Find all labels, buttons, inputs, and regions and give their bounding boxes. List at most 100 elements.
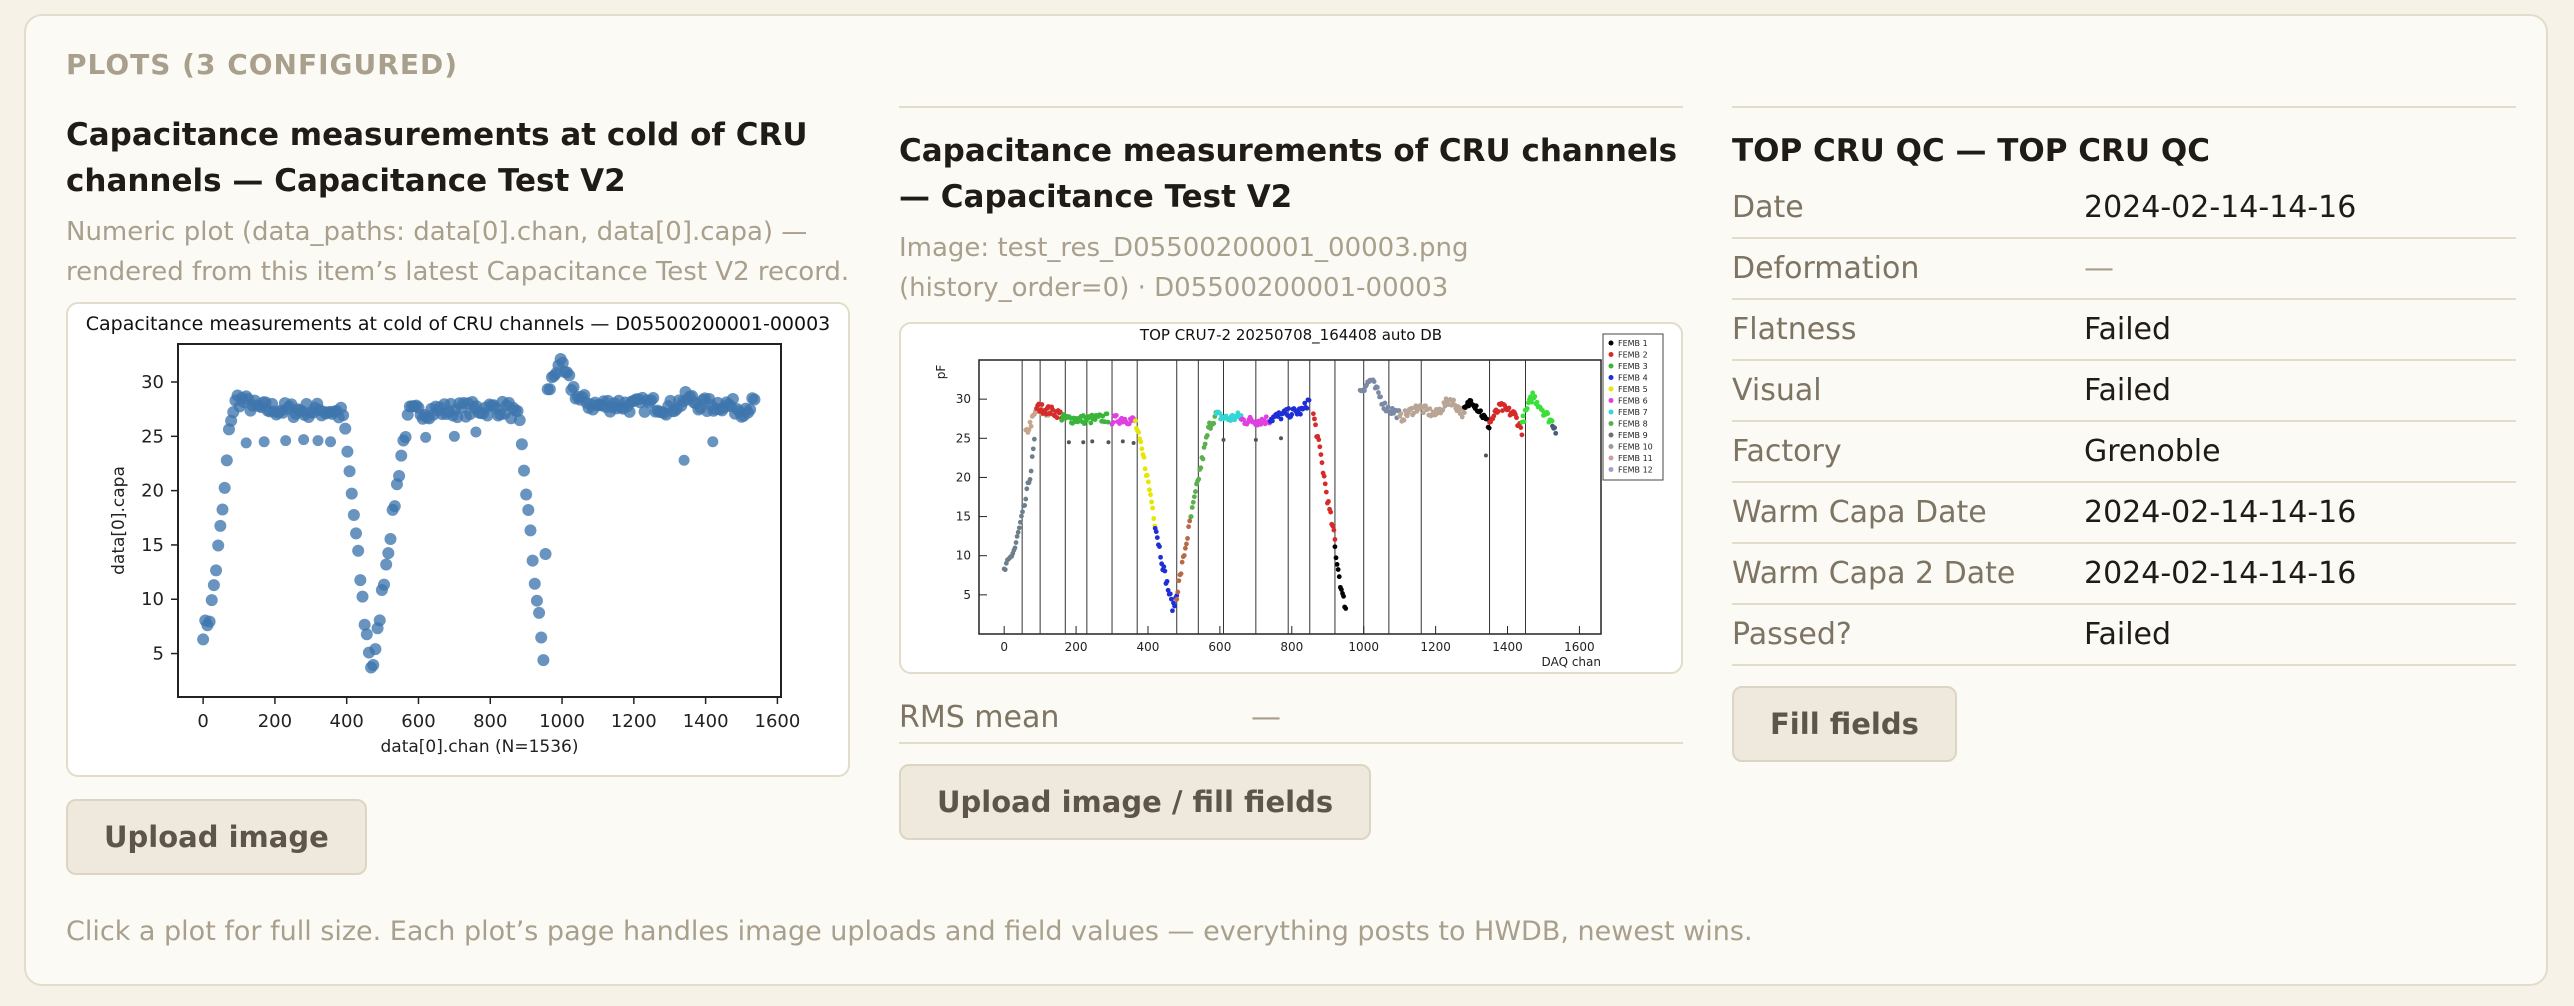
legend-entry: FEMB 6 — [1618, 397, 1648, 406]
data-point — [1310, 411, 1316, 417]
data-point — [339, 422, 352, 435]
data-point — [347, 508, 360, 521]
data-point — [367, 658, 380, 671]
field-row-warm-capa-date: Warm Capa Date 2024-02-14-14-16 — [1732, 483, 2516, 544]
field-row-flatness: Flatness Failed — [1732, 300, 2516, 361]
data-point — [388, 500, 401, 513]
legend-marker — [1608, 386, 1614, 392]
upload-image-button[interactable]: Upload image — [66, 799, 367, 875]
x-tick-label: 1600 — [755, 711, 801, 732]
data-point — [1334, 562, 1340, 567]
plot-card-top-cru-qc: TOP CRU QC — TOP CRU QC Date 2024-02-14-… — [1732, 106, 2516, 762]
outlier-point — [1221, 437, 1226, 442]
data-point — [350, 527, 363, 540]
data-point — [526, 554, 539, 567]
data-point — [1028, 468, 1034, 474]
data-point — [395, 449, 408, 462]
data-point — [1534, 399, 1540, 405]
data-point — [1161, 564, 1167, 570]
image-plot-thumbnail[interactable]: TOP CRU7-2 20250708_164408 auto DB 0 200 40… — [899, 322, 1683, 674]
data-point — [1289, 412, 1295, 417]
data-point — [1150, 505, 1156, 511]
data-point — [1178, 571, 1184, 577]
data-point — [1521, 419, 1527, 425]
field-label: Deformation — [1732, 251, 1920, 286]
legend-marker — [1608, 455, 1614, 461]
data-point — [535, 631, 548, 644]
data-point — [1113, 412, 1119, 418]
data-point — [1376, 390, 1381, 395]
data-point — [384, 533, 397, 546]
data-point — [515, 438, 528, 451]
outlier-point — [1483, 453, 1488, 458]
upload-image-fill-fields-button[interactable]: Upload image / fill fields — [899, 764, 1372, 840]
field-label: Flatness — [1732, 312, 1857, 347]
x-tick-label: 1400 — [1492, 640, 1523, 654]
x-tick-label: 0 — [1000, 640, 1008, 654]
plot-title: Capacitance measurements at cold of CRU … — [66, 117, 808, 199]
plots-panel: PLOTS (3 CONFIGURED) Capacitance measure… — [24, 14, 2548, 986]
fill-fields-button[interactable]: Fill fields — [1732, 686, 1957, 762]
data-point — [1164, 578, 1170, 584]
data-point — [1317, 444, 1323, 450]
outlier-point — [707, 436, 719, 448]
plot-area-frame — [978, 359, 1602, 635]
data-point — [380, 558, 393, 571]
data-point — [1147, 487, 1152, 493]
outlier-point — [1120, 439, 1125, 444]
x-tick-label: 200 — [258, 711, 292, 732]
data-point — [1382, 400, 1388, 406]
numeric-plot-thumbnail[interactable]: Capacitance measurements at cold of CRU … — [66, 302, 850, 777]
data-point — [354, 574, 367, 587]
data-point — [341, 445, 354, 458]
data-point — [1549, 418, 1555, 424]
x-tick-label: 200 — [1065, 640, 1088, 654]
data-point — [197, 633, 210, 646]
data-point — [1552, 425, 1558, 431]
y-tick-label: 15 — [956, 510, 971, 524]
field-row-date: Date 2024-02-14-14-16 — [1732, 178, 2516, 239]
chart-title: TOP CRU7-2 20250708_164408 auto DB — [1139, 326, 1442, 345]
field-value: 2024-02-14-14-16 — [2084, 556, 2357, 591]
plot-description: Image: test_res_D05500200001_00003.png (… — [899, 233, 1469, 303]
data-point — [1191, 494, 1197, 500]
data-point — [1138, 439, 1144, 445]
outlier-point — [240, 437, 252, 449]
data-point — [1023, 496, 1029, 502]
field-label: Date — [1732, 190, 1804, 225]
data-point — [1167, 591, 1173, 597]
data-point — [1514, 415, 1519, 421]
data-point — [210, 564, 223, 577]
field-value: Grenoble — [2084, 434, 2221, 469]
data-point — [1014, 534, 1020, 539]
data-point — [218, 481, 231, 494]
capacitance-scatter-chart: Capacitance measurements at cold of CRU … — [86, 313, 831, 757]
data-point — [1478, 408, 1483, 414]
data-point — [216, 503, 229, 516]
data-point — [1451, 397, 1456, 403]
data-point — [1187, 518, 1193, 524]
x-tick-label: 1600 — [1564, 640, 1595, 654]
footer-note: Click a plot for full size. Each plot’s … — [66, 916, 1753, 947]
data-point — [1312, 416, 1317, 422]
outlier-point — [298, 434, 310, 446]
field-value: 2024-02-14-14-16 — [2084, 495, 2357, 530]
data-point — [1286, 406, 1291, 411]
data-point — [1459, 414, 1465, 420]
field-value: 2024-02-14-14-16 — [2084, 190, 2357, 225]
data-point — [1306, 397, 1312, 403]
data-point — [378, 578, 391, 591]
x-tick-label: 1000 — [539, 711, 585, 732]
y-tick-label: 30 — [141, 372, 164, 393]
legend-entry: FEMB 9 — [1618, 431, 1648, 440]
data-point — [1139, 446, 1145, 452]
data-point — [1461, 410, 1467, 416]
data-point — [1532, 394, 1538, 399]
outlier-point — [1106, 440, 1111, 445]
data-point — [1278, 416, 1284, 422]
x-tick-label: 1200 — [1420, 640, 1451, 654]
legend-marker — [1608, 432, 1614, 438]
legend-marker — [1608, 375, 1614, 380]
y-tick-label: 10 — [141, 589, 164, 610]
y-axis-label: data[0].capa — [109, 466, 129, 575]
